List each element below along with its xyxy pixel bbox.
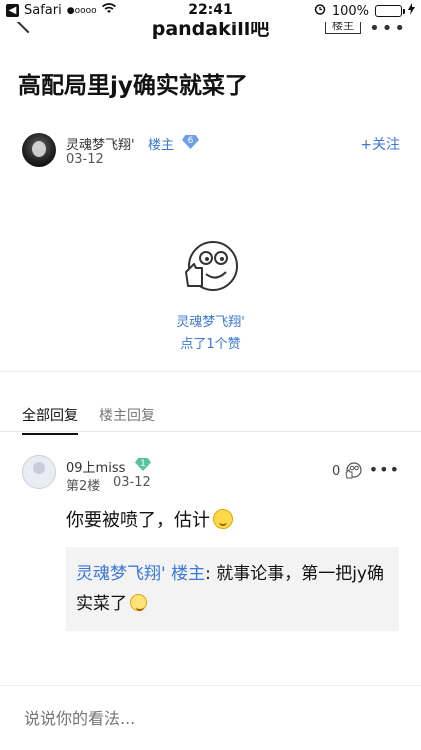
author-name[interactable]: 灵魂梦飞翔' — [66, 134, 135, 153]
author-row: 灵魂梦飞翔' 楼主 6 03-12 +关注 — [22, 133, 402, 173]
post-title: 高配局里jy确实就菜了 — [18, 73, 248, 99]
charging-icon — [408, 3, 415, 19]
reply-user-name[interactable]: 09上miss — [66, 457, 125, 476]
author-avatar[interactable] — [22, 133, 56, 167]
reply-text: 你要被喷了，估计 — [66, 510, 210, 531]
reply-more-button[interactable]: ••• — [369, 460, 400, 479]
quoted-reply[interactable]: 灵魂梦飞翔' 楼主: 就事论事，第一把jy确实菜了 — [66, 547, 399, 631]
reply-floor: 第2楼 — [66, 479, 101, 494]
liker-name[interactable]: 灵魂梦飞翔' — [0, 311, 421, 330]
follow-button[interactable]: +关注 — [360, 134, 400, 154]
divider — [0, 685, 421, 686]
shy-emoji-icon — [130, 594, 147, 611]
thumbs-up-face-icon[interactable] — [180, 238, 240, 298]
alarm-icon — [314, 3, 326, 19]
level-badge-icon: 1 — [135, 458, 151, 471]
level-badge-icon: 6 — [182, 135, 199, 149]
divider — [0, 431, 421, 432]
quote-author[interactable]: 灵魂梦飞翔' 楼主 — [76, 564, 205, 584]
smile-emoji-icon — [213, 509, 233, 529]
reply-content: 你要被喷了，估计 — [66, 506, 233, 532]
reply-date: 03-12 — [113, 475, 151, 490]
like-count[interactable]: 点了1个赞 — [0, 333, 421, 352]
comment-input[interactable] — [24, 709, 394, 728]
battery-icon — [375, 5, 405, 17]
divider — [0, 371, 421, 372]
reply-like-count: 0 — [332, 464, 341, 479]
battery-percent: 100% — [331, 3, 369, 19]
status-bar: ◀ Safari ●oooo 22:41 100% — [0, 0, 421, 22]
owner-badge: 楼主 — [148, 138, 175, 153]
post-date: 03-12 — [66, 152, 104, 167]
like-icon[interactable] — [344, 462, 362, 480]
reply-avatar[interactable] — [22, 455, 56, 489]
